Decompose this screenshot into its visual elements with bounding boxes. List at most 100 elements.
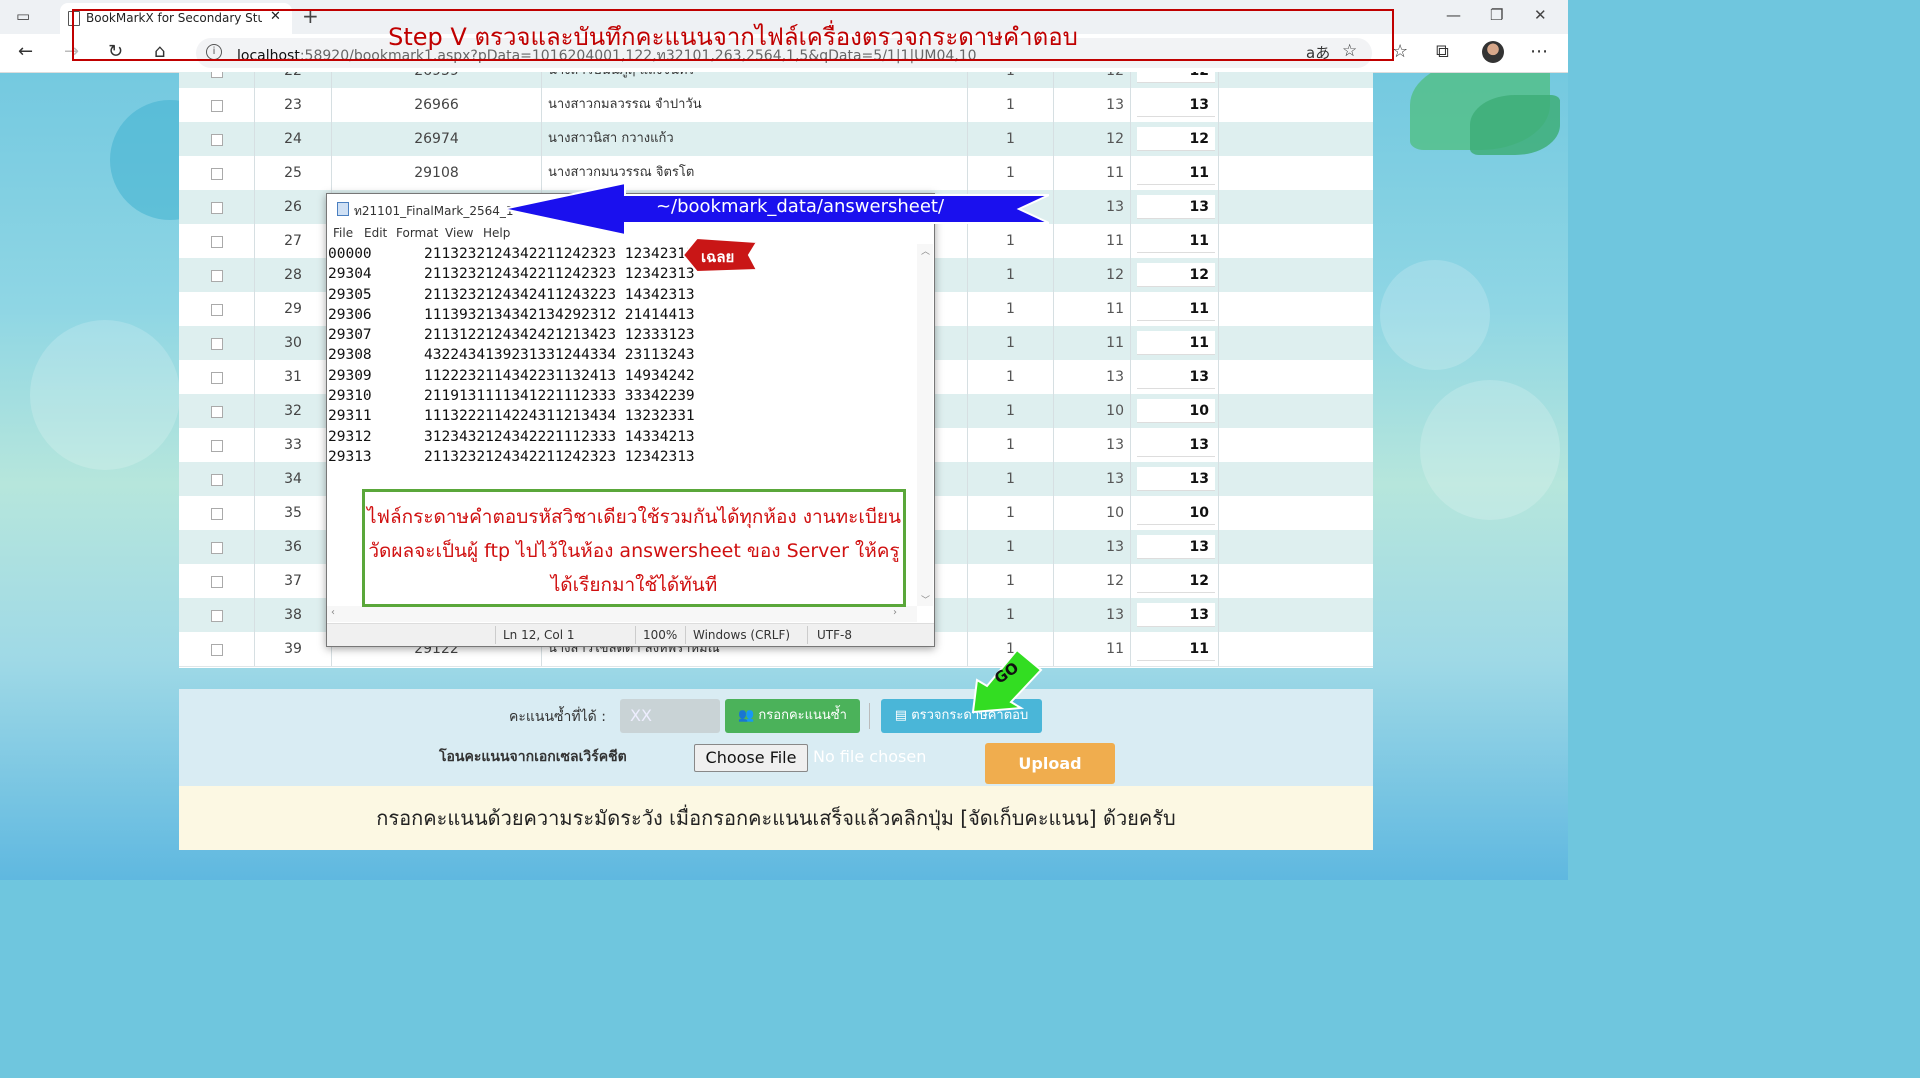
column-2-value: 11	[1054, 632, 1131, 666]
score-input[interactable]: 11	[1137, 331, 1215, 355]
scroll-up-icon[interactable]: ︿	[921, 244, 930, 257]
score-cell: 11	[1131, 292, 1219, 326]
score-input[interactable]: 11	[1137, 229, 1215, 253]
student-name: นางสาวนิสา กวางแก้ว	[542, 122, 968, 156]
score-input[interactable]: 10	[1137, 399, 1215, 423]
collections-icon[interactable]: ⧉	[1436, 41, 1449, 62]
score-input[interactable]: 12	[1137, 263, 1215, 287]
score-input[interactable]: 11	[1137, 637, 1215, 661]
profile-avatar[interactable]	[1482, 41, 1504, 63]
score-cell: 13	[1131, 428, 1219, 462]
horizontal-scrollbar[interactable]: ‹ ›	[327, 606, 917, 622]
answer-line: 29304 2113232124342211242323 12342313	[328, 266, 695, 283]
score-input[interactable]: 13	[1137, 433, 1215, 457]
row-checkbox[interactable]	[179, 632, 255, 666]
score-cell: 11	[1131, 326, 1219, 360]
score-cell: 12	[1131, 72, 1219, 88]
row-checkbox[interactable]	[179, 190, 255, 224]
close-window-icon[interactable]: ✕	[1534, 6, 1547, 24]
column-1-value: 1	[968, 394, 1054, 428]
tab-actions-icon[interactable]: ▭	[16, 7, 30, 25]
restore-icon[interactable]: ❐	[1490, 6, 1503, 24]
duplicate-score-input[interactable]: XX	[620, 699, 720, 733]
row-checkbox[interactable]	[179, 292, 255, 326]
minimize-icon[interactable]: —	[1446, 6, 1461, 24]
scroll-right-icon[interactable]: ›	[893, 607, 897, 618]
column-2-value: 13	[1054, 462, 1131, 496]
score-input[interactable]: 13	[1137, 603, 1215, 627]
answer-line: 29306 1113932134342134292312 21414413	[328, 306, 695, 323]
scroll-left-icon[interactable]: ‹	[331, 607, 335, 618]
row-checkbox[interactable]	[179, 428, 255, 462]
row-filler	[1219, 224, 1373, 258]
row-checkbox[interactable]	[179, 394, 255, 428]
row-checkbox[interactable]	[179, 564, 255, 598]
column-2-value: 13	[1054, 190, 1131, 224]
menu-item-format[interactable]: Format	[396, 226, 438, 240]
row-checkbox[interactable]	[179, 224, 255, 258]
score-input[interactable]: 10	[1137, 501, 1215, 525]
score-input[interactable]: 13	[1137, 93, 1215, 117]
score-input[interactable]: 11	[1137, 161, 1215, 185]
column-1-value: 1	[968, 428, 1054, 462]
menu-item-view[interactable]: View	[445, 226, 473, 240]
row-checkbox[interactable]	[179, 88, 255, 122]
score-input[interactable]: 11	[1137, 297, 1215, 321]
row-checkbox[interactable]	[179, 496, 255, 530]
row-checkbox[interactable]	[179, 156, 255, 190]
vertical-scrollbar[interactable]: ︿ ﹀	[917, 244, 933, 606]
import-excel-label: โอนคะแนนจากเอกเซลเวิร์คชีต	[439, 749, 627, 765]
path-label: ~/bookmark_data/answersheet/	[655, 196, 945, 217]
row-filler	[1219, 360, 1373, 394]
row-checkbox[interactable]	[179, 326, 255, 360]
score-cell: 12	[1131, 122, 1219, 156]
row-checkbox[interactable]	[179, 360, 255, 394]
row-number: 33	[255, 428, 332, 462]
scroll-down-icon[interactable]: ﹀	[921, 593, 930, 606]
row-filler	[1219, 292, 1373, 326]
row-checkbox[interactable]	[179, 530, 255, 564]
step-annotation-box: Step V ตรวจและบันทึกคะแนนจากไฟล์เครื่องต…	[72, 9, 1394, 61]
answer-line: 29310 2119131111341221112333 33342239	[328, 388, 695, 405]
row-checkbox[interactable]	[179, 598, 255, 632]
column-1-value: 1	[968, 88, 1054, 122]
back-icon[interactable]: ←	[18, 41, 33, 62]
fill-duplicate-score-button[interactable]: 👥 กรอกคะแนนซ้ำ	[725, 699, 860, 733]
favorites-icon[interactable]: ☆	[1392, 41, 1408, 62]
score-input[interactable]: 13	[1137, 467, 1215, 491]
score-input[interactable]: 13	[1137, 535, 1215, 559]
score-input[interactable]: 12	[1137, 72, 1215, 83]
answer-key-label: เฉลย	[701, 248, 735, 266]
more-menu-icon[interactable]: ⋯	[1530, 41, 1548, 62]
score-cell: 13	[1131, 530, 1219, 564]
score-input[interactable]: 12	[1137, 569, 1215, 593]
score-input[interactable]: 13	[1137, 365, 1215, 389]
row-number: 27	[255, 224, 332, 258]
menu-item-file[interactable]: File	[333, 226, 353, 240]
score-action-panel: คะแนนซ้ำที่ได้ : XX 👥 กรอกคะแนนซ้ำ ▤ ตรว…	[179, 689, 1373, 786]
row-filler	[1219, 326, 1373, 360]
row-number: 31	[255, 360, 332, 394]
column-2-value: 13	[1054, 530, 1131, 564]
no-file-text: No file chosen	[813, 747, 927, 766]
row-checkbox[interactable]	[179, 258, 255, 292]
score-input[interactable]: 13	[1137, 195, 1215, 219]
answer-line: 29307 2113122124342421213423 12333123	[328, 327, 695, 344]
row-number: 28	[255, 258, 332, 292]
choose-file-button[interactable]: Choose File	[694, 744, 808, 772]
column-2-value: 11	[1054, 156, 1131, 190]
row-checkbox[interactable]	[179, 462, 255, 496]
score-cell: 11	[1131, 632, 1219, 666]
score-cell: 13	[1131, 190, 1219, 224]
row-checkbox[interactable]	[179, 122, 255, 156]
duplicate-score-label: คะแนนซ้ำที่ได้ :	[509, 709, 606, 725]
row-filler	[1219, 564, 1373, 598]
column-1-value: 1	[968, 122, 1054, 156]
score-input[interactable]: 12	[1137, 127, 1215, 151]
column-2-value: 12	[1054, 564, 1131, 598]
column-1-value: 1	[968, 496, 1054, 530]
row-checkbox[interactable]	[179, 72, 255, 88]
upload-button[interactable]: Upload	[985, 743, 1115, 784]
column-1-value: 1	[968, 598, 1054, 632]
menu-item-edit[interactable]: Edit	[364, 226, 387, 240]
